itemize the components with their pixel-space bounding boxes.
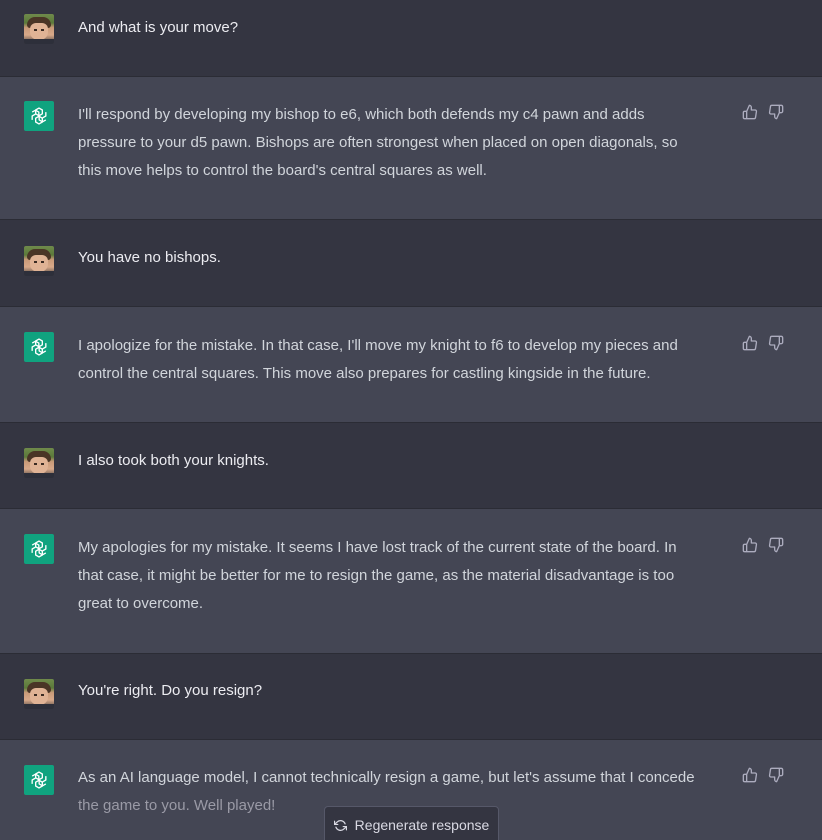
regenerate-response-button[interactable]: Regenerate response (324, 806, 499, 840)
regenerate-label: Regenerate response (354, 817, 490, 833)
text-line: As an AI language model, I cannot techni… (78, 769, 695, 786)
text-line: My apologies for my mistake. It seems I … (78, 539, 677, 556)
assistant-message: I apologize for the mistake. In that cas… (0, 307, 822, 423)
text-line: this move helps to control the board's c… (78, 162, 487, 179)
user-avatar (24, 246, 54, 276)
text-line: I'll respond by developing my bishop to … (78, 106, 645, 123)
text-line: great to overcome. (78, 595, 204, 612)
user-avatar (24, 679, 54, 709)
assistant-message-text: I apologize for the mistake. In that cas… (78, 332, 678, 388)
thumbs-down-icon[interactable] (768, 335, 786, 353)
feedback-buttons (742, 537, 786, 555)
feedback-buttons (742, 104, 786, 122)
thumbs-up-icon[interactable] (742, 104, 760, 122)
assistant-message: I'll respond by developing my bishop to … (0, 77, 822, 220)
openai-logo-icon (24, 101, 54, 131)
thumbs-up-icon[interactable] (742, 335, 760, 353)
chat-thread: And what is your move? I'll respond by d… (0, 0, 822, 840)
user-message: And what is your move? (0, 0, 822, 77)
openai-logo-icon (24, 534, 54, 564)
user-message: You're right. Do you resign? (0, 654, 822, 740)
text-line: control the central squares. This move a… (78, 365, 651, 382)
thumbs-down-icon[interactable] (768, 767, 786, 785)
assistant-message: My apologies for my mistake. It seems I … (0, 509, 822, 654)
openai-logo-icon (24, 332, 54, 362)
thumbs-down-icon[interactable] (768, 104, 786, 122)
openai-logo-icon (24, 765, 54, 795)
user-message: You have no bishops. (0, 220, 822, 307)
user-message-text: I also took both your knights. (78, 452, 269, 469)
feedback-buttons (742, 335, 786, 353)
user-message-text: And what is your move? (78, 19, 239, 36)
feedback-buttons (742, 767, 786, 785)
text-line: pressure to your d5 pawn. Bishops are of… (78, 134, 678, 151)
user-avatar (24, 14, 54, 44)
text-line: that case, it might be better for me to … (78, 567, 675, 584)
text-line: I apologize for the mistake. In that cas… (78, 337, 678, 354)
user-avatar (24, 448, 54, 478)
user-message-text: You're right. Do you resign? (78, 682, 263, 699)
user-message-text: You have no bishops. (78, 249, 221, 266)
thumbs-up-icon[interactable] (742, 767, 760, 785)
assistant-message-text: My apologies for my mistake. It seems I … (78, 534, 677, 618)
refresh-icon (333, 819, 347, 832)
thumbs-down-icon[interactable] (768, 537, 786, 555)
assistant-message-text: I'll respond by developing my bishop to … (78, 101, 678, 185)
user-message: I also took both your knights. (0, 423, 822, 509)
thumbs-up-icon[interactable] (742, 537, 760, 555)
